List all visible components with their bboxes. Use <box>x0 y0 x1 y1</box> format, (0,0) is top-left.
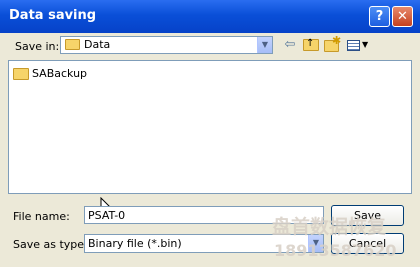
save-as-type-value: Binary file (*.bin) <box>88 237 182 250</box>
watermark-phone: 18913587620 <box>274 241 397 260</box>
save-in-value: Data <box>84 38 111 51</box>
window-title: Data saving <box>9 8 97 23</box>
help-button[interactable]: ? <box>369 6 390 27</box>
save-in-label: Save in: <box>15 40 60 53</box>
close-button[interactable]: ✕ <box>392 6 413 27</box>
save-as-type-label: Save as type: <box>13 238 88 251</box>
title-bar[interactable]: Data saving ? ✕ <box>0 0 420 33</box>
watermark-title: 盘首数据恢复 <box>272 216 387 238</box>
folder-icon <box>13 68 29 80</box>
list-item-label: SABackup <box>32 67 88 80</box>
arrow-left-icon[interactable]: ⇦ <box>281 37 299 53</box>
new-folder-icon[interactable]: ✱ <box>323 34 341 53</box>
chevron-down-icon[interactable]: ▼ <box>257 37 272 53</box>
save-in-combobox[interactable]: Data ▼ <box>60 36 273 54</box>
folder-icon <box>65 39 80 50</box>
save-dialog: Data saving ? ✕ Save in: Data ▼ ⇦ ↑ ✱ ▼ … <box>0 0 420 267</box>
list-item[interactable]: SABackup <box>12 67 92 81</box>
file-name-value: PSAT-0 <box>88 209 126 222</box>
view-menu-icon[interactable]: ▼ <box>346 37 372 53</box>
file-name-label: File name: <box>13 210 70 223</box>
folder-up-icon[interactable]: ↑ <box>302 37 320 53</box>
file-list[interactable]: SABackup <box>8 60 412 194</box>
